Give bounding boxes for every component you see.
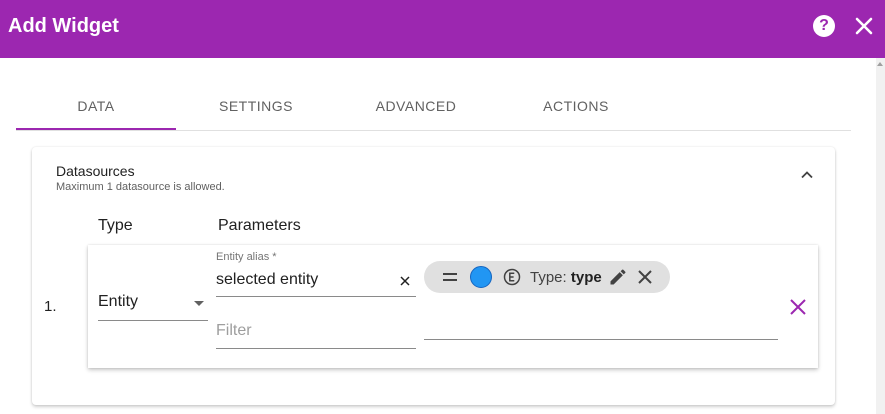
dropdown-arrow-icon: [194, 301, 204, 306]
key-color-swatch[interactable]: [470, 266, 492, 288]
datasource-row: Entity Entity alias * selected entity Ty…: [88, 245, 818, 368]
dialog-title: Add Widget: [8, 15, 119, 37]
entity-alias-label: Entity alias *: [216, 251, 277, 263]
datasource-type-select[interactable]: Entity: [98, 289, 208, 321]
entity-e-icon: [503, 268, 521, 286]
tab-bar: DATA SETTINGS ADVANCED ACTIONS: [16, 82, 851, 131]
close-icon[interactable]: [852, 14, 876, 38]
tab-data[interactable]: DATA: [16, 82, 176, 130]
remove-datasource-icon[interactable]: [788, 297, 808, 317]
active-tab-indicator: [16, 128, 176, 130]
tab-actions[interactable]: ACTIONS: [496, 82, 656, 130]
edit-key-icon[interactable]: [608, 267, 628, 287]
datasources-panel: Datasources Maximum 1 datasource is allo…: [32, 147, 835, 405]
entity-alias-value[interactable]: selected entity: [216, 271, 318, 289]
column-header-type: Type: [98, 217, 133, 234]
drag-handle-icon[interactable]: [443, 273, 457, 281]
data-key-label: Type: type: [530, 269, 602, 286]
data-key-name: type: [570, 269, 602, 286]
scroll-up-arrow-icon[interactable]: [877, 62, 883, 66]
filter-placeholder: Filter: [216, 322, 252, 339]
tab-settings[interactable]: SETTINGS: [176, 82, 336, 130]
data-keys-input[interactable]: [424, 315, 778, 340]
column-header-parameters: Parameters: [218, 217, 301, 234]
entity-alias-field[interactable]: Entity alias * selected entity: [216, 251, 416, 297]
datasources-title: Datasources: [56, 163, 135, 179]
scrollbar[interactable]: [876, 58, 885, 414]
datasources-subtitle: Maximum 1 datasource is allowed.: [56, 181, 225, 193]
tab-advanced[interactable]: ADVANCED: [336, 82, 496, 130]
datasource-row-index: 1.: [44, 298, 57, 315]
help-icon[interactable]: ?: [813, 15, 835, 37]
datasource-type-value: Entity: [98, 293, 139, 310]
data-key-chip[interactable]: Type: type: [424, 261, 670, 293]
data-key-prefix: Type:: [530, 269, 567, 286]
chevron-up-icon[interactable]: [799, 167, 815, 183]
filter-input[interactable]: Filter: [216, 315, 416, 349]
clear-alias-icon[interactable]: [398, 274, 412, 288]
remove-key-icon[interactable]: [637, 269, 653, 285]
dialog-toolbar: Add Widget ?: [0, 0, 885, 58]
